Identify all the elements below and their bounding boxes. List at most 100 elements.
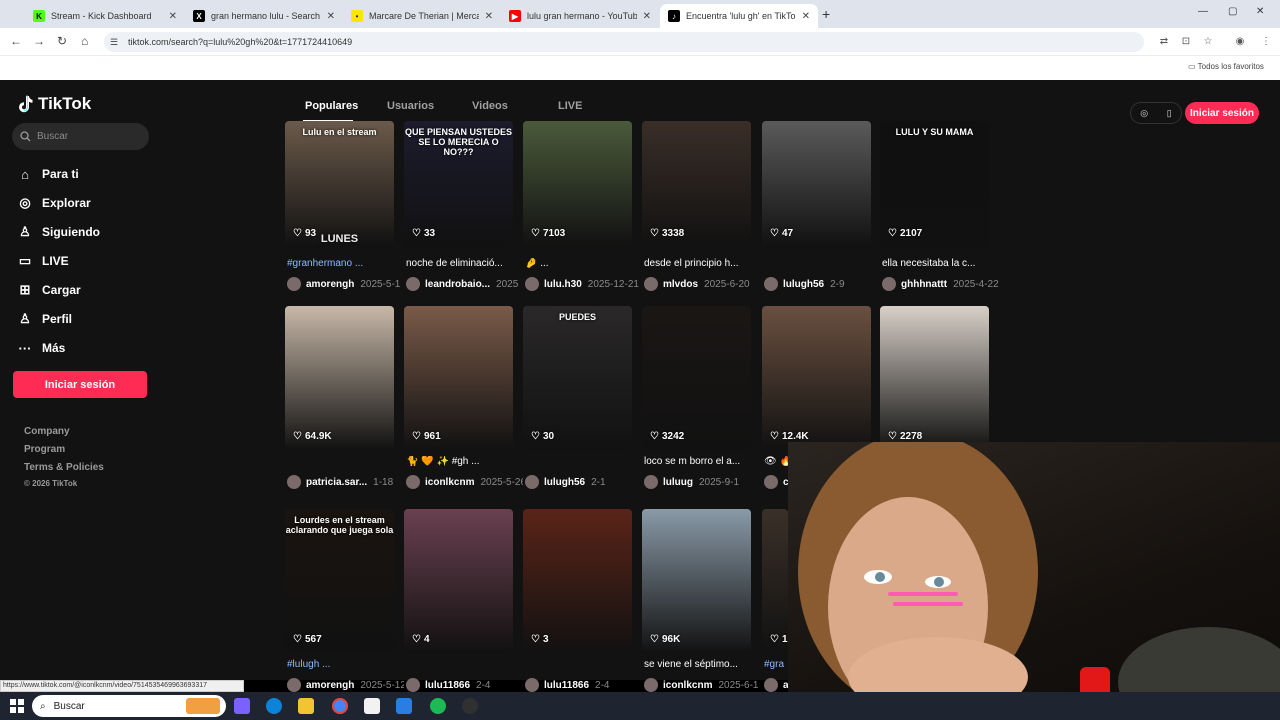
all-bookmarks[interactable]: ▭ Todos los favoritos <box>1188 62 1264 71</box>
browser-tab-youtube[interactable]: ▶ lulu gran hermano - YouTube ✕ <box>501 4 659 28</box>
sidebar-item-explorar[interactable]: ◎ Explorar <box>16 193 90 213</box>
edge-icon[interactable] <box>266 698 282 714</box>
video-thumbnail[interactable]: ♡ 3242 <box>642 306 751 450</box>
chrome-icon[interactable] <box>332 698 348 714</box>
sidebar-item-mas[interactable]: ··· Más <box>16 338 66 358</box>
video-author[interactable]: iconlkcnm 2025-6-1 <box>644 677 761 693</box>
avatar[interactable] <box>644 277 658 291</box>
video-author[interactable]: lulugh56 2-1 <box>525 474 642 490</box>
site-info-icon[interactable]: ☰ <box>110 37 118 48</box>
video-author[interactable]: luluug 2025-9-1 <box>644 474 761 490</box>
video-author[interactable]: a <box>764 677 788 693</box>
video-caption[interactable]: se viene el séptimo... <box>644 659 759 670</box>
close-icon[interactable]: ✕ <box>643 11 651 22</box>
browser-tab-mercadolibre[interactable]: • Marcare De Therian | Mercadol... ✕ <box>343 4 501 28</box>
avatar[interactable] <box>644 475 658 489</box>
video-thumbnail[interactable]: ♡ 961 <box>404 306 513 450</box>
video-author[interactable]: amorengh 2025-5-1 <box>287 276 404 292</box>
video-thumbnail[interactable]: ♡ 64.9K <box>285 306 394 450</box>
footer-program[interactable]: Program <box>24 444 65 455</box>
translate-icon[interactable]: ⇄ <box>1158 36 1170 48</box>
video-thumbnail[interactable]: ♡ 96K <box>642 509 751 653</box>
avatar[interactable] <box>882 277 896 291</box>
avatar[interactable] <box>287 475 301 489</box>
bookmark-star-icon[interactable]: ☆ <box>1202 36 1214 48</box>
avatar[interactable] <box>644 678 658 692</box>
video-thumbnail[interactable]: ♡ 3 <box>523 509 632 653</box>
install-icon[interactable]: ⊡ <box>1180 36 1192 48</box>
tiktok-logo[interactable]: TikTok <box>16 94 91 114</box>
video-thumbnail[interactable]: QUE PIENSAN USTEDES SE LO MERECIA O NO??… <box>404 121 513 247</box>
avatar[interactable] <box>525 475 539 489</box>
avatar[interactable] <box>406 475 420 489</box>
obs-icon[interactable] <box>462 698 478 714</box>
video-author[interactable]: ghhhnattt 2025-4-22 <box>882 276 999 292</box>
video-author[interactable]: lulugh56 2-9 <box>764 276 881 292</box>
video-caption[interactable]: loco se m borro el a... <box>644 456 759 467</box>
video-thumbnail[interactable]: ♡ 3338 <box>642 121 751 247</box>
video-caption[interactable]: #gra <box>764 659 788 670</box>
close-icon[interactable]: ✕ <box>327 11 335 22</box>
forward-icon[interactable]: → <box>33 34 45 48</box>
video-caption[interactable]: ella necesitaba la c... <box>882 258 997 269</box>
video-thumbnail[interactable]: ♡ 1 <box>762 509 788 653</box>
new-tab-button[interactable]: + <box>822 6 830 22</box>
video-thumbnail[interactable]: ♡ 4 <box>404 509 513 653</box>
video-thumbnail[interactable]: Lourdes en el stream aclarando que juega… <box>285 509 394 653</box>
video-caption[interactable]: desde el principio h... <box>644 258 759 269</box>
video-author[interactable]: mlvdos 2025-6-20 <box>644 276 761 292</box>
window-close-icon[interactable]: ✕ <box>1256 6 1264 17</box>
spotify-icon[interactable] <box>430 698 446 714</box>
video-author[interactable]: iconlkcnm 2025-5-26 <box>406 474 523 490</box>
close-icon[interactable]: ✕ <box>169 11 177 22</box>
video-thumbnail[interactable]: PUEDES ♡ 30 <box>523 306 632 450</box>
maximize-icon[interactable]: ▢ <box>1228 6 1237 17</box>
profile-icon[interactable]: ◉ <box>1234 36 1246 48</box>
video-thumbnail[interactable]: LULU Y SU MAMA ♡ 2107 <box>880 121 989 247</box>
video-thumbnail[interactable]: ♡ 2278 <box>880 306 989 450</box>
sidebar-item-cargar[interactable]: ⊞ Cargar <box>16 280 81 300</box>
tab-usuarios[interactable]: Usuarios <box>387 100 434 112</box>
video-thumbnail[interactable]: ♡ 12.4K <box>762 306 871 450</box>
back-icon[interactable]: ← <box>10 34 22 48</box>
store-icon[interactable] <box>364 698 380 714</box>
device-icon[interactable]: ▯ <box>1167 108 1172 119</box>
close-icon[interactable]: ✕ <box>802 11 810 22</box>
avatar[interactable] <box>764 277 778 291</box>
video-caption[interactable]: #granhermano ... <box>287 258 402 269</box>
avatar[interactable] <box>287 277 301 291</box>
video-author[interactable]: lulu.h30 2025-12-21 <box>525 276 642 292</box>
avatar[interactable] <box>525 277 539 291</box>
video-caption[interactable]: 🤌 ... <box>525 258 640 269</box>
avatar[interactable] <box>406 277 420 291</box>
video-author[interactable]: patricia.sar... 1-18 <box>287 474 404 490</box>
avatar[interactable] <box>764 475 778 489</box>
copilot-icon[interactable] <box>234 698 250 714</box>
browser-tab-x[interactable]: Xgran hermano lulu - Search / X ✕ <box>185 4 343 28</box>
avatar[interactable] <box>764 678 778 692</box>
avatar[interactable] <box>287 678 301 692</box>
tab-live[interactable]: LIVE <box>558 100 582 112</box>
app-icon[interactable] <box>396 698 412 714</box>
minimize-icon[interactable]: — <box>1198 6 1208 17</box>
video-thumbnail[interactable]: ♡ 7103 <box>523 121 632 247</box>
video-thumbnail[interactable]: ♡ 47 <box>762 121 871 247</box>
home-browser-icon[interactable]: ⌂ <box>81 34 88 48</box>
windows-start-icon[interactable] <box>10 699 24 713</box>
video-author[interactable]: leandrobaio... 2025 <box>406 276 523 292</box>
tab-populares[interactable]: Populares <box>305 100 358 112</box>
login-button[interactable]: Iniciar sesión <box>13 371 147 398</box>
footer-company[interactable]: Company <box>24 426 70 437</box>
search-input[interactable]: Buscar <box>12 123 149 150</box>
sidebar-item-live[interactable]: ▭ LIVE <box>16 251 69 271</box>
avatar[interactable] <box>525 678 539 692</box>
avatar[interactable] <box>406 678 420 692</box>
footer-terms[interactable]: Terms & Policies <box>24 462 104 473</box>
taskbar-search[interactable]: ⌕ Buscar <box>32 695 226 717</box>
video-caption[interactable]: #lulugh ... <box>287 659 402 670</box>
video-caption[interactable]: 🐈 🧡 ✨ #gh ... <box>406 456 521 467</box>
video-author[interactable]: amorengh 2025-5-12 <box>287 677 404 693</box>
video-author[interactable]: lulu11866 2-4 <box>525 677 642 693</box>
explorer-icon[interactable] <box>298 698 314 714</box>
tab-videos[interactable]: Videos <box>472 100 508 112</box>
